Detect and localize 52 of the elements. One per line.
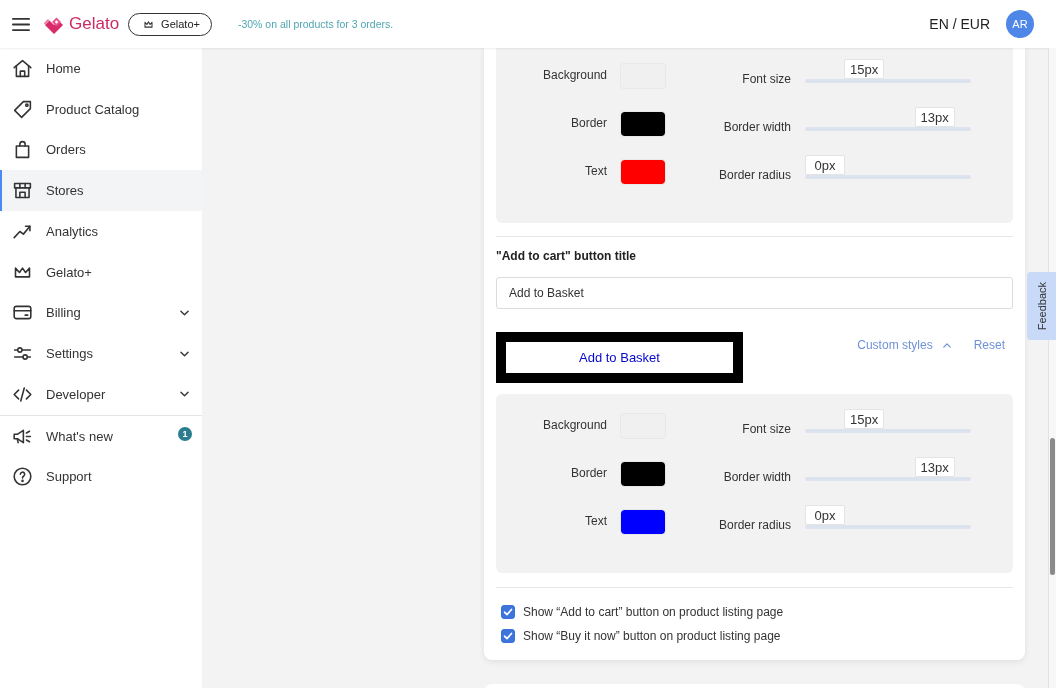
checkbox[interactable] xyxy=(501,605,515,619)
field-label: Text xyxy=(584,163,607,178)
field-label: "Add to cart" button title xyxy=(496,249,638,263)
field-label: Border width xyxy=(722,470,791,486)
swatch-icon[interactable] xyxy=(621,160,665,184)
slider-thumb[interactable]: 15px xyxy=(844,59,885,79)
field-label: Border radius xyxy=(717,168,791,184)
field-label: Font size xyxy=(741,72,791,88)
sidebar-item[interactable]: Settings xyxy=(0,333,202,374)
sidebar-item[interactable]: Support xyxy=(0,456,202,498)
promo-text: -30% on all products for 3 orders. xyxy=(237,18,394,30)
field-label: Border radius xyxy=(717,518,791,534)
slider-thumb[interactable]: 13px xyxy=(914,107,955,127)
feedback-tab[interactable]: Feedback xyxy=(1027,272,1056,340)
sidebar-item[interactable]: Analytics xyxy=(0,211,202,252)
slider-thumb[interactable]: 0px xyxy=(805,155,845,175)
field-label: Background xyxy=(541,417,607,432)
field-label: Text xyxy=(584,513,607,528)
field-label: Border xyxy=(569,465,607,480)
field-label: Border xyxy=(569,115,607,130)
slider-thumb[interactable]: 0px xyxy=(805,505,845,525)
sidebar-item[interactable]: Product Catalog xyxy=(0,88,202,130)
menu-icon[interactable] xyxy=(12,17,30,31)
swatch-icon[interactable] xyxy=(621,510,665,534)
sidebar-item[interactable]: Stores xyxy=(0,170,202,211)
checkbox-label: Show “Buy it now” button on product listing page xyxy=(523,629,781,643)
help-icon xyxy=(12,466,33,488)
checkbox-label: Show “Add to cart” button on product listing page xyxy=(523,605,784,619)
sidebar-item[interactable]: Home xyxy=(0,48,202,89)
field-label: Font size xyxy=(741,422,791,438)
swatch-icon[interactable] xyxy=(621,462,665,486)
notification-badge: 1 xyxy=(178,426,192,441)
locale-button[interactable]: EN / EUR xyxy=(929,16,990,32)
sidebar-item[interactable]: Billing xyxy=(0,292,202,334)
checkbox[interactable] xyxy=(501,629,515,643)
sidebar-item[interactable]: Developer xyxy=(0,374,202,415)
scrollbar-thumb[interactable] xyxy=(1050,438,1055,575)
sidebar-item[interactable]: Orders xyxy=(0,129,202,171)
swatch-icon[interactable] xyxy=(621,112,665,136)
field-label: Border width xyxy=(722,120,791,136)
text-input[interactable]: Add to Basket xyxy=(496,277,1013,309)
avatar[interactable]: AR xyxy=(1006,10,1034,38)
slider-thumb[interactable]: 13px xyxy=(914,457,955,477)
slider-thumb[interactable]: 15px xyxy=(844,409,885,429)
field-label: Background xyxy=(541,67,607,82)
crown-icon xyxy=(144,20,154,28)
brand-name: Gelato xyxy=(69,14,120,34)
sidebar-item[interactable]: Gelato+ xyxy=(0,251,202,293)
preview-button[interactable]: Add to Basket xyxy=(496,332,743,383)
home-icon xyxy=(12,57,33,79)
tag-icon xyxy=(12,98,33,120)
sidebar-item[interactable]: What's new 1 xyxy=(0,415,202,457)
